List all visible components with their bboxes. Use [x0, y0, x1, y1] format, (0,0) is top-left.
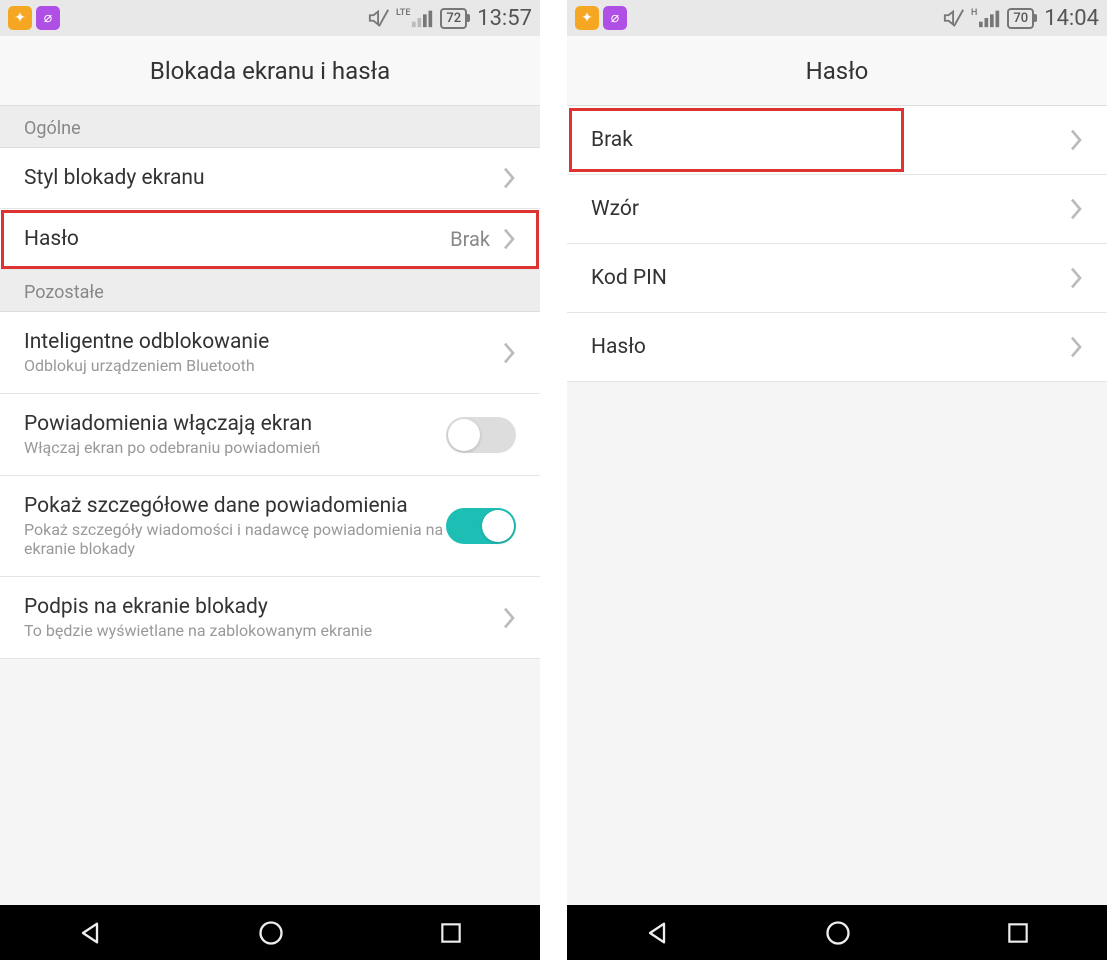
nav-back-button[interactable]: [76, 919, 104, 947]
notif-app-icon: ✦: [8, 6, 32, 30]
network-label: H: [971, 9, 977, 18]
toggle-notif-detail[interactable]: [446, 508, 516, 544]
settings-content: Ogólne Styl blokady ekranu Hasło Brak Po…: [0, 106, 540, 905]
row-smart-unlock[interactable]: Inteligentne odblokowanie Odblokuj urząd…: [0, 312, 540, 394]
status-bar: ✦ ⌀ H 70 14:04: [567, 0, 1107, 36]
page-title: Hasło: [567, 36, 1107, 106]
network-label: LTE: [396, 9, 410, 18]
password-options: Brak Wzór Kod PIN Hasło: [567, 106, 1107, 905]
nav-back-button[interactable]: [643, 919, 671, 947]
row-lock-style[interactable]: Styl blokady ekranu: [0, 148, 540, 209]
nav-home-button[interactable]: [824, 919, 852, 947]
chevron-right-icon: [502, 606, 516, 630]
battery-icon: 72: [440, 8, 467, 29]
row-notif-wake[interactable]: Powiadomienia włączają ekran Włączaj ekr…: [0, 394, 540, 476]
row-notif-detail[interactable]: Pokaż szczegółowe dane powiadomienia Pok…: [0, 476, 540, 577]
notif-app-icon: ✦: [575, 6, 599, 30]
row-pattern[interactable]: Wzór: [567, 175, 1107, 244]
chevron-right-icon: [1069, 335, 1083, 359]
row-lock-signature[interactable]: Podpis na ekranie blokady To będzie wyśw…: [0, 577, 540, 659]
signal-icon: [979, 8, 1001, 28]
status-bar: ✦ ⌀ LTE 72 13:57: [0, 0, 540, 36]
chevron-right-icon: [1069, 266, 1083, 290]
phone-right: ✦ ⌀ H 70 14:04 Hasło Brak Wzór Kod PIN: [567, 0, 1107, 960]
nav-recent-button[interactable]: [1005, 920, 1031, 946]
nav-home-button[interactable]: [257, 919, 285, 947]
row-password-option[interactable]: Hasło: [567, 313, 1107, 382]
row-password-value: Brak: [450, 227, 490, 251]
nav-bar: [0, 905, 540, 960]
row-pin[interactable]: Kod PIN: [567, 244, 1107, 313]
notif-app-icon: ⌀: [36, 6, 60, 30]
battery-icon: 70: [1007, 8, 1034, 29]
chevron-right-icon: [1069, 128, 1083, 152]
page-title: Blokada ekranu i hasła: [0, 36, 540, 106]
signal-icon: [412, 8, 434, 28]
chevron-right-icon: [1069, 197, 1083, 221]
clock: 13:57: [477, 6, 532, 31]
mute-icon: [943, 7, 965, 29]
row-password[interactable]: Hasło Brak: [0, 209, 540, 270]
section-other: Pozostałe: [0, 270, 540, 312]
nav-bar: [567, 905, 1107, 960]
phone-left: ✦ ⌀ LTE 72 13:57 Blokada ekranu i hasła …: [0, 0, 540, 960]
mute-icon: [368, 7, 390, 29]
section-general: Ogólne: [0, 106, 540, 148]
clock: 14:04: [1044, 6, 1099, 31]
chevron-right-icon: [502, 341, 516, 365]
chevron-right-icon: [502, 227, 516, 251]
chevron-right-icon: [502, 166, 516, 190]
row-none[interactable]: Brak: [567, 106, 1107, 175]
toggle-notif-wake[interactable]: [446, 417, 516, 453]
notif-app-icon: ⌀: [603, 6, 627, 30]
nav-recent-button[interactable]: [438, 920, 464, 946]
